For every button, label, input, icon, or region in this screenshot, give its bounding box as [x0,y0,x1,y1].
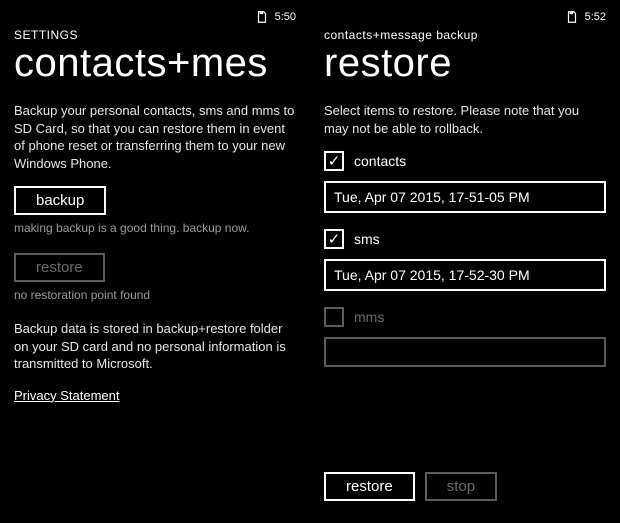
backup-button[interactable]: backup [14,186,106,215]
backup-hint: making backup is a good thing. backup no… [14,221,296,235]
select-contacts[interactable]: Tue, Apr 07 2015, 17-51-05 PM [324,181,606,213]
select-mms [324,337,606,367]
checkbox-label-contacts: contacts [354,153,406,169]
checkbox-label-mms: mms [354,309,384,325]
checkbox-row-mms: mms [324,307,606,327]
status-time: 5:50 [275,11,296,23]
restore-button[interactable]: restore [324,472,415,501]
checkbox-label-sms: sms [354,231,380,247]
status-bar: 5:52 [324,8,606,26]
page-title: restore [324,42,606,84]
restore-button-disabled: restore [14,253,105,282]
checkbox-sms[interactable]: ✓ [324,229,344,249]
checkbox-mms [324,307,344,327]
privacy-link[interactable]: Privacy Statement [14,388,120,403]
breadcrumb: SETTINGS [14,28,296,42]
status-time: 5:52 [585,11,606,23]
footer-text: Backup data is stored in backup+restore … [14,320,296,373]
select-sms[interactable]: Tue, Apr 07 2015, 17-52-30 PM [324,259,606,291]
intro-text: Select items to restore. Please note tha… [324,102,606,137]
status-bar: 5:50 [14,8,296,26]
checkbox-row-sms[interactable]: ✓ sms [324,229,606,249]
sd-card-icon [255,10,269,24]
checkbox-contacts[interactable]: ✓ [324,151,344,171]
page-title: contacts+mes [14,42,296,84]
action-row: restore stop [324,472,606,511]
checkbox-row-contacts[interactable]: ✓ contacts [324,151,606,171]
settings-panel: 5:50 SETTINGS contacts+mes Backup your p… [0,0,310,523]
breadcrumb: contacts+message backup [324,28,606,42]
intro-text: Backup your personal contacts, sms and m… [14,102,296,172]
stop-button: stop [425,472,497,501]
sd-card-icon [565,10,579,24]
restore-hint: no restoration point found [14,288,296,302]
restore-panel: 5:52 contacts+message backup restore Sel… [310,0,620,523]
